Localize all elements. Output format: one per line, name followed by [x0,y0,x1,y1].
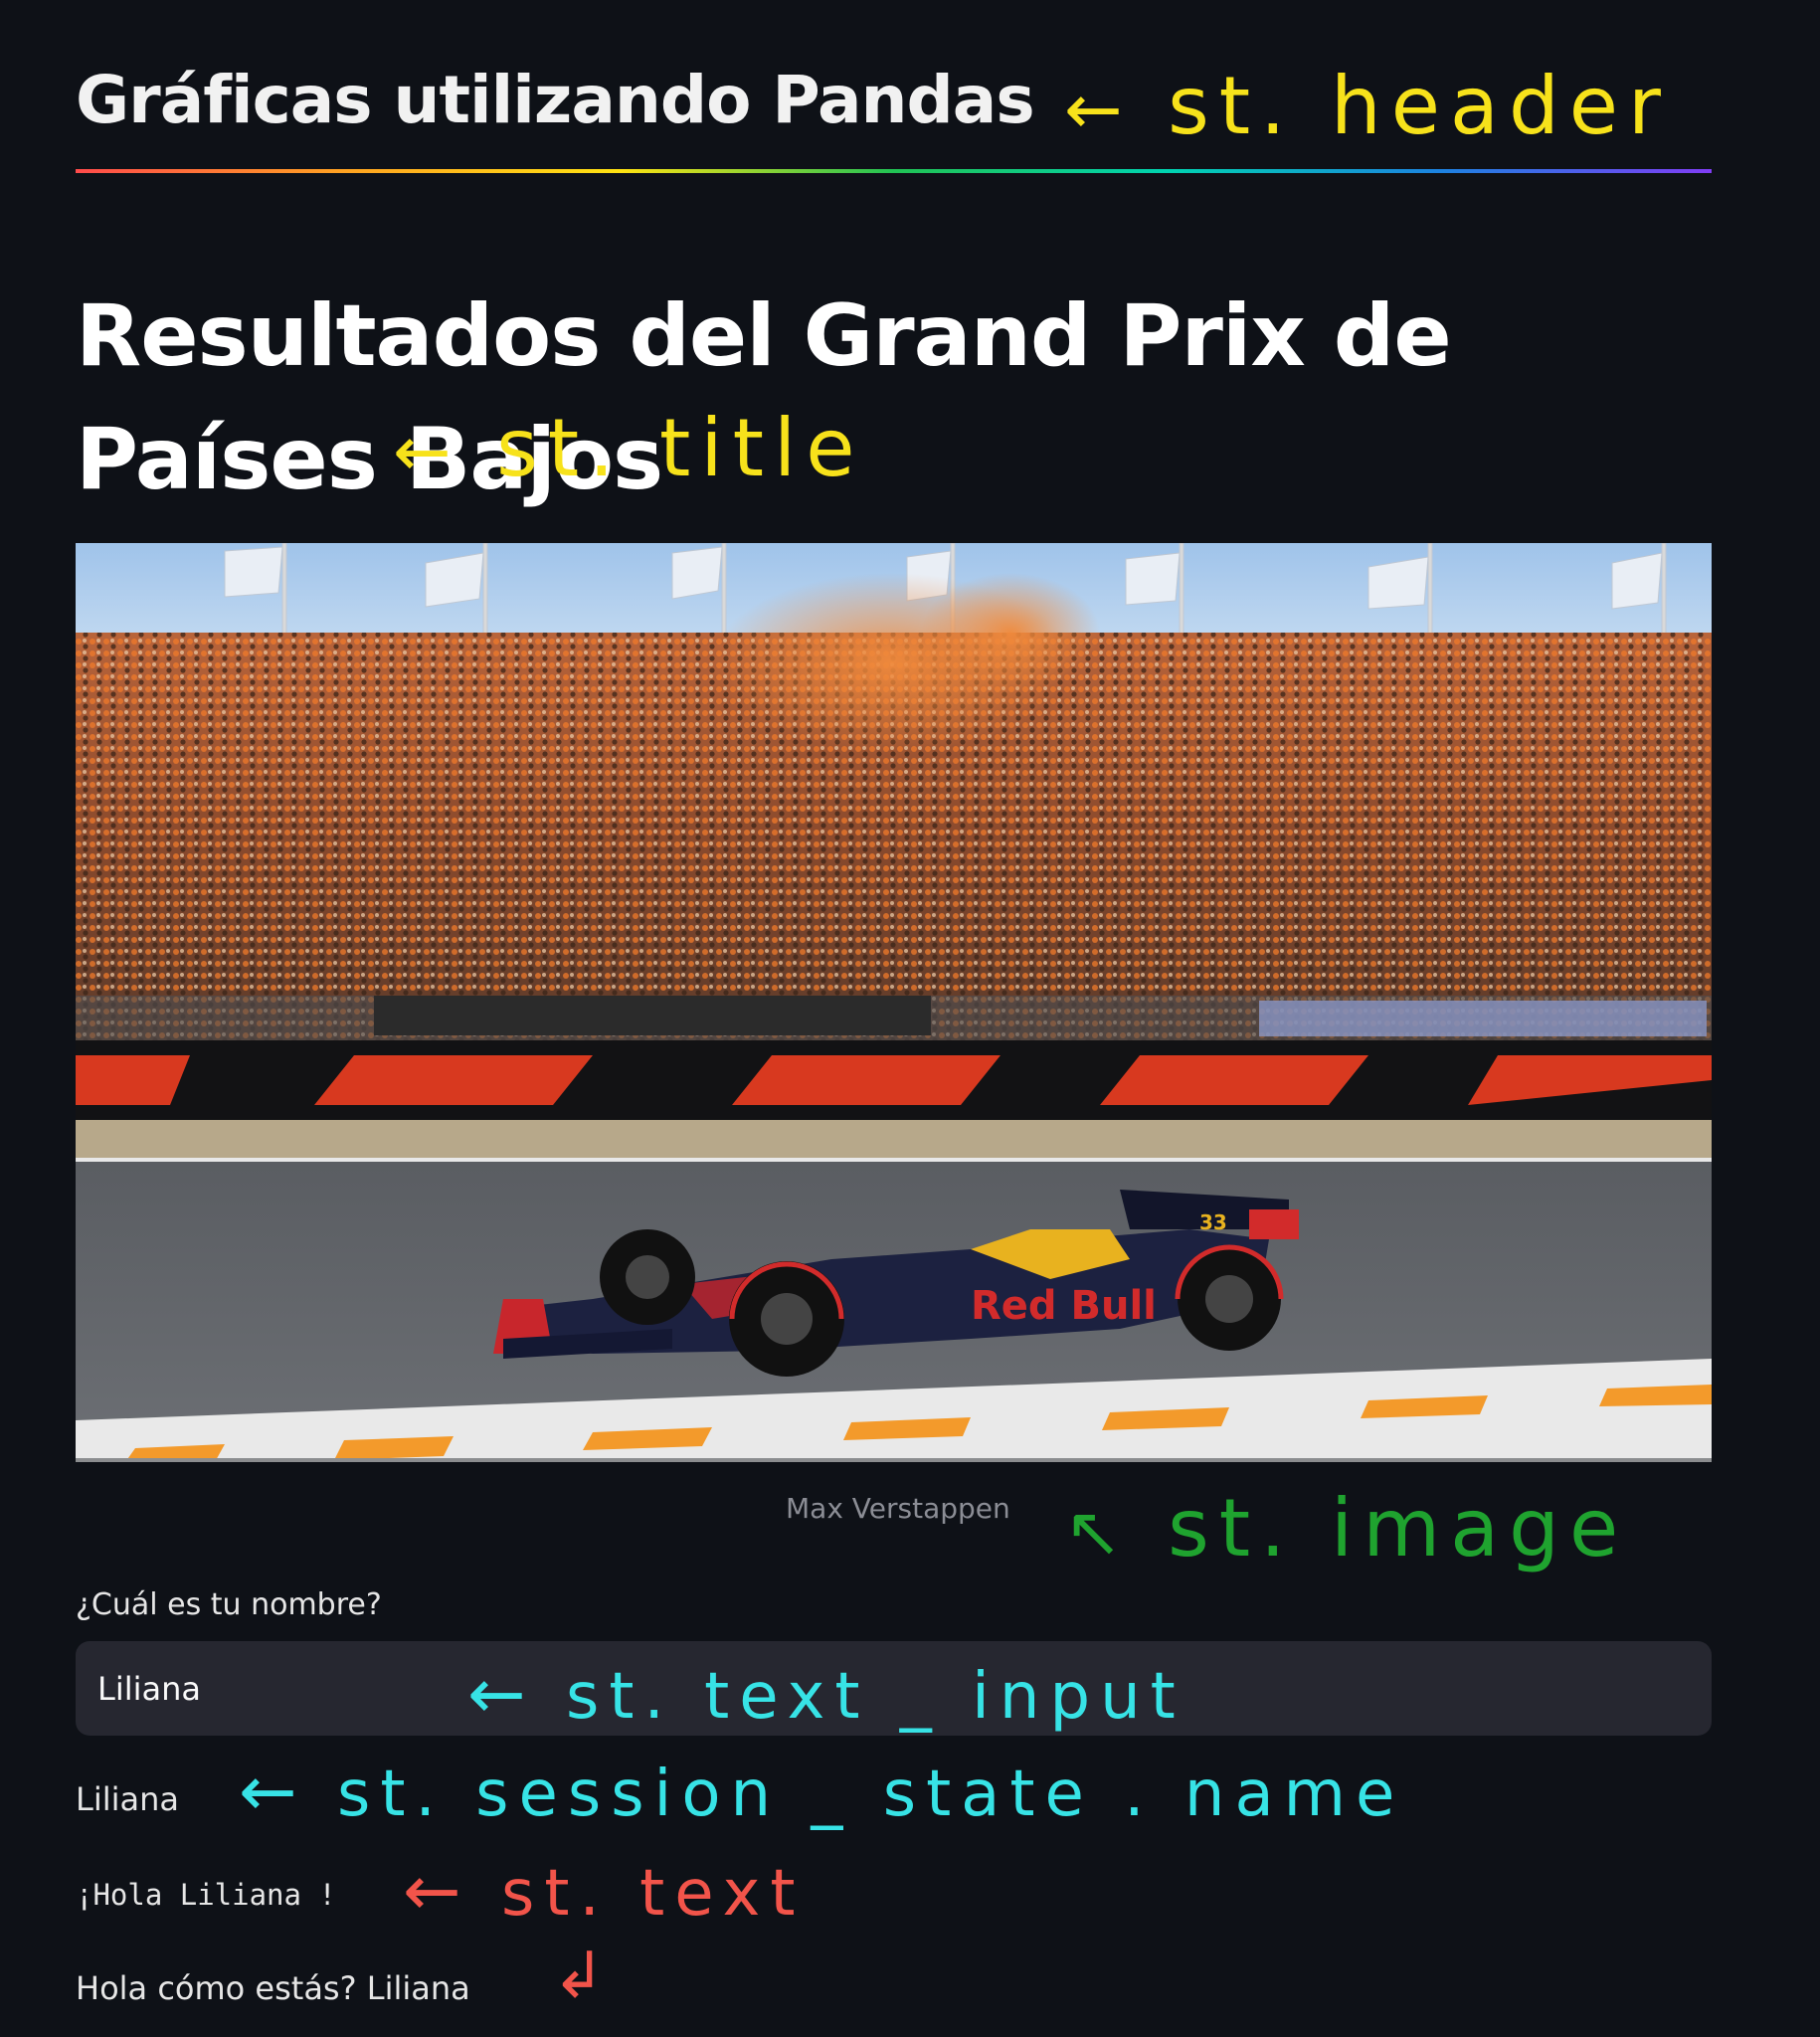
annotation-title: ← st. title [393,402,865,494]
annotation-session-state: ← st. session _ state . name [239,1751,1405,1832]
car-number: 33 [1199,1210,1227,1234]
up-left-arrow-icon: ↖ [1064,1491,1133,1573]
left-arrow-icon: ← [1064,69,1133,150]
left-arrow-icon: ← [239,1751,307,1832]
left-arrow-icon: ← [403,1850,471,1932]
header-divider [76,169,1712,173]
page-header: Gráficas utilizando Pandas [76,62,1035,138]
left-arrow-icon: ← [467,1653,536,1735]
annotation-header: ← st. header [1064,60,1671,152]
session-state-value: Liliana [76,1780,179,1818]
image-caption: Max Verstappen [786,1492,1010,1525]
annotation-image: ↖ st. image [1064,1482,1629,1574]
sponsor-logo-text: Red Bull [971,1283,1157,1329]
race-photo: Red Bull 33 [76,543,1712,1462]
greeting-text: ¡Hola Liliana ! [76,1878,336,1912]
annotation-text: ← st. text [403,1850,806,1932]
greeting-markdown: Hola cómo estás? Liliana [76,1969,470,2007]
annotation-text-input: ← st. text _ input [467,1653,1185,1735]
page-title: Resultados del Grand Prix de Países Bajo… [76,286,1452,509]
name-input-label: ¿Cuál es tu nombre? [76,1587,382,1622]
down-left-arrow-icon: ↲ [552,1940,606,2013]
left-arrow-icon: ← [393,411,461,492]
